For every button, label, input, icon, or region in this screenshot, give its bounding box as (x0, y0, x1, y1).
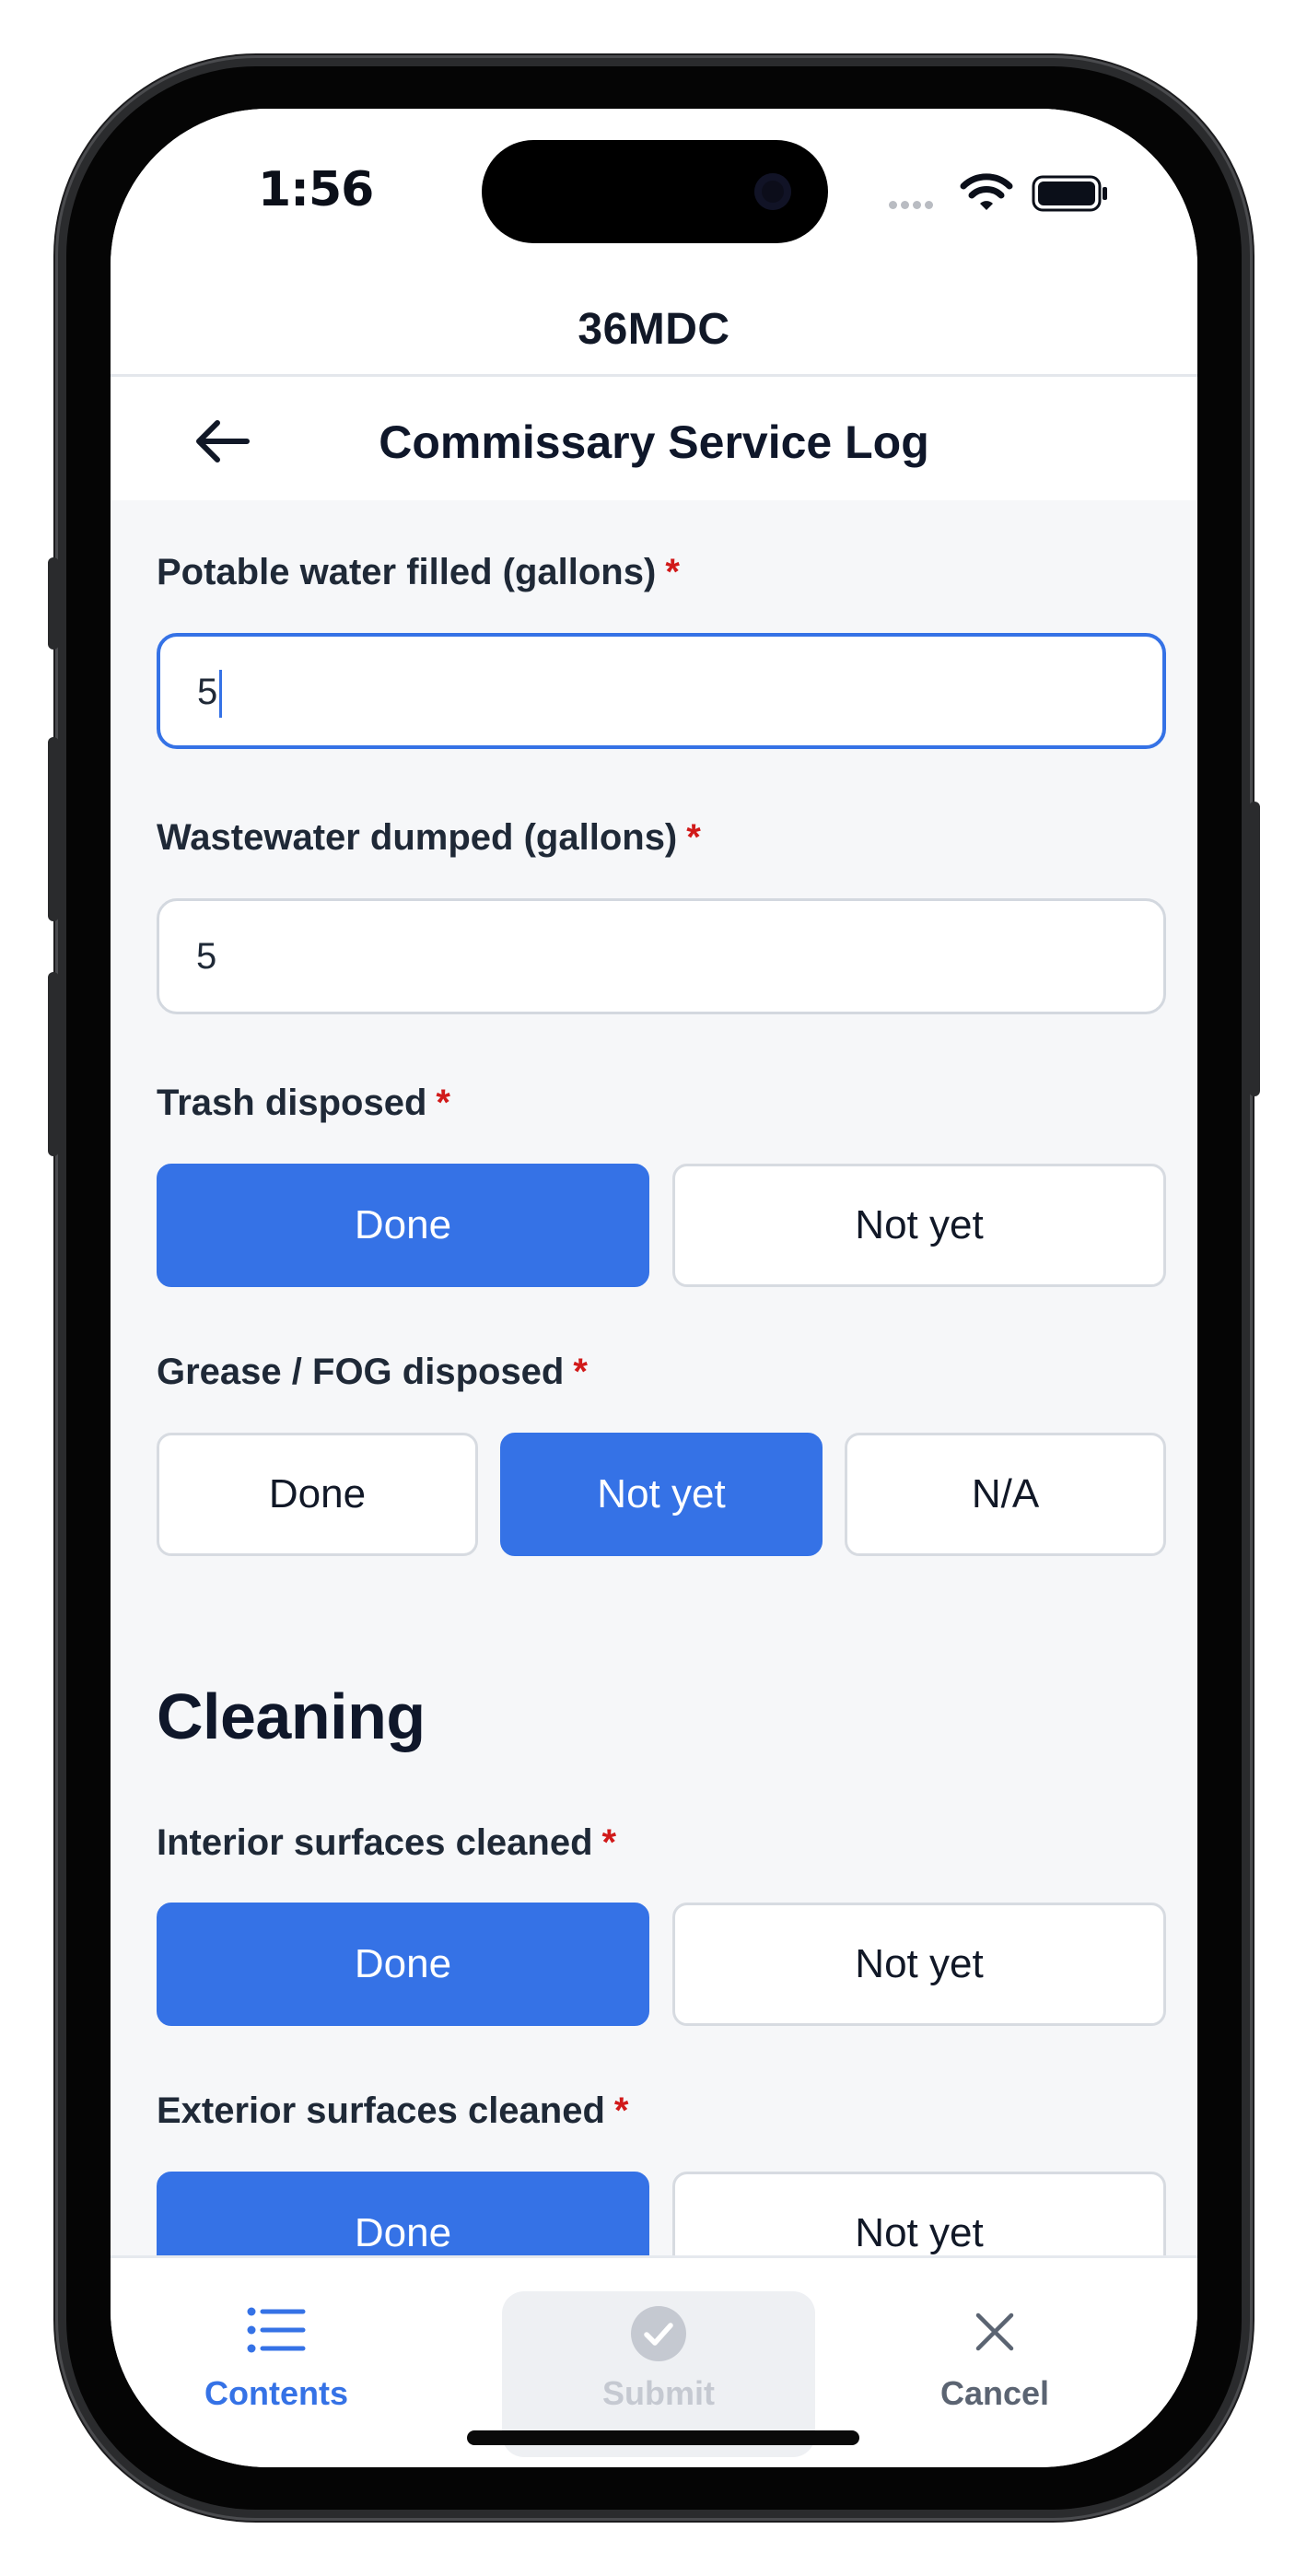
screen: 1:56 36MDC Commissary Service Log Potabl… (111, 109, 1197, 2467)
page-title: Commissary Service Log (379, 416, 929, 468)
volume-down-button (48, 972, 59, 1156)
required-marker: * (613, 2090, 629, 2131)
battery-icon (1032, 175, 1107, 212)
action-button (48, 557, 59, 650)
trash-disposed-label: Trash disposed * (157, 1083, 450, 1124)
grease-done-button[interactable]: Done (157, 1433, 478, 1556)
close-icon (975, 2313, 1014, 2351)
wastewater-label-text: Wastewater dumped (gallons) (157, 817, 678, 858)
wastewater-value: 5 (196, 936, 217, 977)
app-name: 36MDC (578, 305, 730, 354)
required-marker: * (665, 552, 680, 592)
required-marker: * (573, 1352, 588, 1392)
contents-button[interactable]: Contents (120, 2258, 433, 2424)
grease-not-yet-button[interactable]: Not yet (500, 1433, 823, 1556)
potable-water-label: Potable water filled (gallons) * (157, 552, 680, 593)
exterior-cleaned-label-text: Exterior surfaces cleaned (157, 2090, 605, 2131)
potable-water-input[interactable]: 5 (157, 633, 1166, 749)
grease-disposed-label-text: Grease / FOG disposed (157, 1352, 565, 1392)
check-circle-icon (631, 2306, 686, 2361)
wastewater-input[interactable]: 5 (157, 898, 1166, 1014)
grease-disposed-label: Grease / FOG disposed * (157, 1352, 588, 1393)
nav-bar: Commissary Service Log (111, 377, 1197, 500)
potable-water-value: 5 (197, 672, 218, 712)
cancel-button[interactable]: Cancel (838, 2258, 1151, 2424)
wifi-icon (960, 173, 1013, 210)
interior-not-yet-button[interactable]: Not yet (672, 1903, 1166, 2026)
cancel-label: Cancel (939, 2374, 1050, 2412)
trash-not-yet-button[interactable]: Not yet (672, 1164, 1166, 1287)
interior-cleaned-label: Interior surfaces cleaned * (157, 1822, 616, 1864)
interior-done-button[interactable]: Done (157, 1903, 649, 2026)
trash-done-button[interactable]: Done (157, 1164, 649, 1287)
cellular-signal-icon (889, 197, 937, 214)
exterior-cleaned-label: Exterior surfaces cleaned * (157, 2090, 629, 2132)
text-caret (219, 670, 223, 719)
status-time: 1:56 (258, 162, 374, 217)
potable-water-label-text: Potable water filled (gallons) (157, 552, 657, 592)
required-marker: * (686, 817, 701, 858)
required-marker: * (436, 1083, 450, 1123)
volume-up-button (48, 737, 59, 921)
submit-label: Submit (602, 2374, 715, 2412)
list-icon (247, 2307, 306, 2353)
interior-cleaned-label-text: Interior surfaces cleaned (157, 1822, 593, 1863)
wastewater-label: Wastewater dumped (gallons) * (157, 817, 701, 859)
power-button (1249, 802, 1260, 1096)
home-indicator[interactable] (467, 2430, 859, 2445)
required-marker: * (601, 1822, 617, 1863)
app-header: 36MDC (111, 271, 1197, 377)
contents-label: Contents (204, 2374, 348, 2412)
dynamic-island (482, 140, 828, 243)
camera-icon (754, 173, 791, 210)
cleaning-section-title: Cleaning (157, 1680, 426, 1752)
trash-disposed-label-text: Trash disposed (157, 1083, 427, 1123)
form-content[interactable]: Potable water filled (gallons) * 5 Wastew… (111, 500, 1197, 2295)
grease-na-button[interactable]: N/A (845, 1433, 1166, 1556)
